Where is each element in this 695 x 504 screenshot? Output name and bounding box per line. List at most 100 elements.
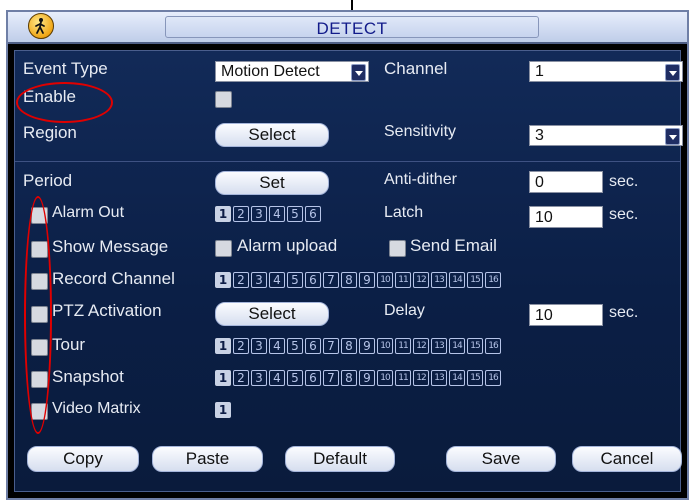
cancel-button[interactable]: Cancel <box>572 446 682 472</box>
latch-unit: sec. <box>609 206 639 223</box>
channel-number-box[interactable]: 4 <box>269 206 285 222</box>
channel-number-box[interactable]: 5 <box>287 338 303 354</box>
tour-channels: 1 2 3 4 5 6 7 8 9 10 11 12 13 14 15 16 <box>215 338 501 354</box>
channel-number-box[interactable]: 6 <box>305 338 321 354</box>
channel-number-box[interactable]: 13 <box>431 370 447 386</box>
channel-number-box[interactable]: 2 <box>233 272 249 288</box>
channel-number-box[interactable]: 4 <box>269 272 285 288</box>
channel-number-box[interactable]: 10 <box>377 338 393 354</box>
anti-dither-input[interactable]: 0 <box>529 171 603 193</box>
section-divider <box>15 161 680 162</box>
delay-input[interactable]: 10 <box>529 304 603 326</box>
channel-number-box[interactable]: 3 <box>251 272 267 288</box>
channel-number-box[interactable]: 16 <box>485 370 501 386</box>
alarm-upload-checkbox[interactable] <box>215 240 232 257</box>
channel-number-box[interactable]: 16 <box>485 338 501 354</box>
channel-number-box[interactable]: 15 <box>467 338 483 354</box>
title-bar: DETECT <box>8 12 687 44</box>
channel-number-box[interactable]: 10 <box>377 272 393 288</box>
channel-number-box[interactable]: 3 <box>251 206 267 222</box>
title-field: DETECT <box>165 16 539 38</box>
channel-number-box[interactable]: 4 <box>269 370 285 386</box>
event-type-value: Motion Detect <box>221 63 320 80</box>
chevron-down-icon[interactable] <box>351 64 366 81</box>
channel-number-box[interactable]: 6 <box>305 370 321 386</box>
channel-number-box[interactable]: 9 <box>359 272 375 288</box>
channel-number-box[interactable]: 5 <box>287 370 303 386</box>
send-email-checkbox[interactable] <box>389 240 406 257</box>
delay-unit: sec. <box>609 304 639 321</box>
ptz-select-button[interactable]: Select <box>215 302 329 326</box>
channel-number-box[interactable]: 7 <box>323 272 339 288</box>
copy-button[interactable]: Copy <box>27 446 139 472</box>
channel-number-box[interactable]: 1 <box>215 272 231 288</box>
channel-number-box[interactable]: 15 <box>467 272 483 288</box>
channel-number-box[interactable]: 3 <box>251 370 267 386</box>
snapshot-channels: 1 2 3 4 5 6 7 8 9 10 11 12 13 14 15 16 <box>215 370 501 386</box>
channel-number-box[interactable]: 8 <box>341 370 357 386</box>
channel-number-box[interactable]: 7 <box>323 338 339 354</box>
alarm-out-label: Alarm Out <box>52 204 125 221</box>
channel-select[interactable]: 1 <box>529 61 683 82</box>
channel-number-box[interactable]: 10 <box>377 370 393 386</box>
alarm-out-channels: 123456 <box>215 206 321 222</box>
channel-number-box[interactable]: 15 <box>467 370 483 386</box>
channel-number-box[interactable]: 14 <box>449 338 465 354</box>
top-line-marker <box>351 0 353 10</box>
channel-number-box[interactable]: 1 <box>215 206 231 222</box>
default-button[interactable]: Default <box>285 446 395 472</box>
channel-number-box[interactable]: 13 <box>431 272 447 288</box>
region-label: Region <box>23 123 77 142</box>
channel-number-box[interactable]: 11 <box>395 272 411 288</box>
anti-dither-unit: sec. <box>609 173 639 190</box>
channel-number-box[interactable]: 3 <box>251 338 267 354</box>
save-button[interactable]: Save <box>446 446 556 472</box>
latch-value: 10 <box>535 209 553 226</box>
channel-number-box[interactable]: 6 <box>305 272 321 288</box>
channel-number-box[interactable]: 2 <box>233 206 249 222</box>
record-channel-channels: 1 2 3 4 5 6 7 8 9 10 11 12 13 14 15 16 <box>215 272 501 288</box>
region-select-button[interactable]: Select <box>215 123 329 147</box>
checkbox-column-highlight-ellipse <box>24 196 52 434</box>
channel-number-box[interactable]: 5 <box>287 272 303 288</box>
paste-button[interactable]: Paste <box>152 446 263 472</box>
channel-number-box[interactable]: 1 <box>215 338 231 354</box>
tour-label: Tour <box>52 335 86 354</box>
period-set-button[interactable]: Set <box>215 171 329 195</box>
channel-number-box[interactable]: 11 <box>395 338 411 354</box>
delay-label: Delay <box>384 302 425 319</box>
channel-number-box[interactable]: 11 <box>395 370 411 386</box>
video-matrix-label: Video Matrix <box>52 400 141 417</box>
latch-input[interactable]: 10 <box>529 206 603 228</box>
channel-number-box[interactable]: 14 <box>449 272 465 288</box>
chevron-down-icon[interactable] <box>665 64 680 81</box>
send-email-label: Send Email <box>410 236 497 255</box>
enable-checkbox[interactable] <box>215 91 232 108</box>
channel-number-box[interactable]: 8 <box>341 338 357 354</box>
channel-number-box[interactable]: 4 <box>269 338 285 354</box>
alarm-upload-label: Alarm upload <box>237 236 338 255</box>
video-matrix-channels: 1 <box>215 402 231 418</box>
walking-person-icon <box>28 13 54 39</box>
channel-number-box[interactable]: 12 <box>413 338 429 354</box>
channel-number-box[interactable]: 14 <box>449 370 465 386</box>
channel-number-box[interactable]: 1 <box>215 370 231 386</box>
sensitivity-value: 3 <box>535 127 544 144</box>
sensitivity-select[interactable]: 3 <box>529 125 683 146</box>
channel-number-box[interactable]: 12 <box>413 370 429 386</box>
channel-number-box[interactable]: 13 <box>431 338 447 354</box>
event-type-select[interactable]: Motion Detect <box>215 61 369 82</box>
chevron-down-icon[interactable] <box>665 128 680 145</box>
channel-number-box[interactable]: 2 <box>233 370 249 386</box>
channel-number-box[interactable]: 1 <box>215 402 231 418</box>
show-message-label: Show Message <box>52 237 169 256</box>
channel-number-box[interactable]: 8 <box>341 272 357 288</box>
channel-number-box[interactable]: 2 <box>233 338 249 354</box>
channel-number-box[interactable]: 12 <box>413 272 429 288</box>
channel-number-box[interactable]: 5 <box>287 206 303 222</box>
channel-number-box[interactable]: 9 <box>359 338 375 354</box>
channel-number-box[interactable]: 16 <box>485 272 501 288</box>
channel-number-box[interactable]: 6 <box>305 206 321 222</box>
channel-number-box[interactable]: 9 <box>359 370 375 386</box>
channel-number-box[interactable]: 7 <box>323 370 339 386</box>
